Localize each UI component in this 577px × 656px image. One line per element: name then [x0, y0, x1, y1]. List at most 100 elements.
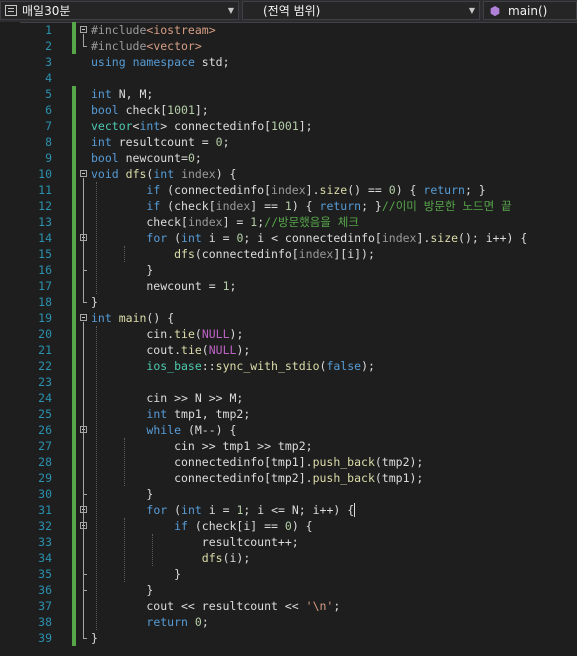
- line-number: 26: [38, 423, 52, 437]
- code-text[interactable]: for (int i = 1; i <= N; i++) {: [91, 502, 356, 518]
- code-token: check[: [91, 215, 188, 229]
- code-line[interactable]: 23: [0, 374, 577, 390]
- code-text[interactable]: resultcount++;: [91, 534, 299, 550]
- line-number: 36: [38, 583, 52, 597]
- code-text[interactable]: void dfs(int index) {: [91, 166, 236, 182]
- code-line[interactable]: 11 if (connectedinfo[index].size() == 0)…: [0, 182, 577, 198]
- code-line[interactable]: 8 int resultcount = 0;: [0, 134, 577, 150]
- code-text[interactable]: check[index] = 1;//방문했음을 체크: [91, 214, 359, 230]
- saved-change-indicator: [72, 262, 76, 278]
- code-line[interactable]: 37 cout << resultcount << '\n';: [0, 598, 577, 614]
- fold-region-end: [83, 270, 87, 271]
- code-token: size: [430, 231, 459, 245]
- project-dropdown[interactable]: 매일30분 ▼: [0, 1, 239, 20]
- collapse-icon[interactable]: [80, 26, 87, 33]
- code-text[interactable]: dfs(i);: [91, 550, 250, 566]
- code-line[interactable]: 10 void dfs(int index) {: [0, 166, 577, 182]
- code-text[interactable]: for (int i = 0; i < connectedinfo[index]…: [91, 230, 527, 246]
- code-line[interactable]: 32 if (check[i] == 0) {: [0, 518, 577, 534]
- scope-dropdown[interactable]: (전역 범위) ▼: [242, 1, 480, 20]
- code-text[interactable]: }: [91, 262, 153, 278]
- saved-change-indicator: [72, 22, 76, 38]
- code-token: bool: [91, 151, 119, 165]
- code-text[interactable]: }: [91, 630, 98, 646]
- code-text[interactable]: int resultcount = 0;: [91, 134, 230, 150]
- code-token: (: [167, 503, 182, 517]
- code-token: using: [91, 55, 126, 69]
- code-text[interactable]: return 0;: [91, 614, 208, 630]
- saved-change-indicator: [72, 150, 76, 166]
- code-text[interactable]: int main() {: [91, 310, 174, 326]
- code-text[interactable]: if (connectedinfo[index].size() == 0) { …: [91, 182, 486, 198]
- code-line[interactable]: 24 cin >> N >> M;: [0, 390, 577, 406]
- code-text[interactable]: int tmp1, tmp2;: [91, 406, 250, 422]
- member-dropdown[interactable]: ⬢ main(): [483, 1, 577, 20]
- code-line[interactable]: 33 resultcount++;: [0, 534, 577, 550]
- code-token: index: [187, 215, 223, 229]
- code-text[interactable]: connectedinfo[tmp2].push_back(tmp1);: [91, 470, 423, 486]
- code-line[interactable]: 31 for (int i = 1; i <= N; i++) {: [0, 502, 577, 518]
- code-line[interactable]: 28 connectedinfo[tmp1].push_back(tmp2);: [0, 454, 577, 470]
- code-token: false: [326, 359, 362, 373]
- code-line[interactable]: 1 #include<iostream>: [0, 22, 577, 38]
- code-text[interactable]: cout.tie(NULL);: [91, 342, 250, 358]
- code-line[interactable]: 34 dfs(i);: [0, 550, 577, 566]
- code-text[interactable]: dfs(connectedinfo[index][i]);: [91, 246, 375, 262]
- collapse-icon[interactable]: [80, 314, 87, 321]
- code-token: int: [91, 135, 112, 149]
- chevron-down-icon[interactable]: ▼: [465, 6, 479, 15]
- code-text[interactable]: if (check[index] == 1) { return; }//이미 방…: [91, 198, 511, 214]
- code-line[interactable]: 25 int tmp1, tmp2;: [0, 406, 577, 422]
- code-line[interactable]: 14 for (int i = 0; i < connectedinfo[ind…: [0, 230, 577, 246]
- code-token: (check[i] ==: [187, 519, 285, 533]
- code-text[interactable]: newcount = 1;: [91, 278, 236, 294]
- fold-region-line: [83, 434, 84, 494]
- code-text[interactable]: #include<vector>: [91, 38, 202, 54]
- code-line[interactable]: 21 cout.tie(NULL);: [0, 342, 577, 358]
- code-line[interactable]: 15 dfs(connectedinfo[index][i]);: [0, 246, 577, 262]
- code-text[interactable]: using namespace std;: [91, 54, 230, 70]
- code-text[interactable]: cin.tie(NULL);: [91, 326, 243, 342]
- collapse-icon[interactable]: [80, 170, 87, 177]
- code-line[interactable]: 17 newcount = 1;: [0, 278, 577, 294]
- code-text[interactable]: bool newcount=0;: [91, 150, 202, 166]
- code-text[interactable]: ios_base::sync_with_stdio(false);: [91, 358, 375, 374]
- code-text[interactable]: }: [91, 486, 153, 502]
- code-line[interactable]: 29 connectedinfo[tmp2].push_back(tmp1);: [0, 470, 577, 486]
- code-line[interactable]: 3 using namespace std;: [0, 54, 577, 70]
- code-text[interactable]: connectedinfo[tmp1].push_back(tmp2);: [91, 454, 423, 470]
- code-line[interactable]: 13 check[index] = 1;//방문했음을 체크: [0, 214, 577, 230]
- code-text[interactable]: }: [91, 566, 181, 582]
- code-line[interactable]: 26 while (M--) {: [0, 422, 577, 438]
- code-line[interactable]: 7 vector<int> connectedinfo[1001];: [0, 118, 577, 134]
- code-line[interactable]: 22 ios_base::sync_with_stdio(false);: [0, 358, 577, 374]
- code-text[interactable]: int N, M;: [91, 86, 153, 102]
- code-line[interactable]: 38 return 0;: [0, 614, 577, 630]
- code-line[interactable]: 4: [0, 70, 577, 86]
- code-line[interactable]: 20 cin.tie(NULL);: [0, 326, 577, 342]
- chevron-down-icon[interactable]: ▼: [224, 6, 238, 15]
- code-text[interactable]: while (M--) {: [91, 422, 236, 438]
- line-number: 39: [38, 631, 52, 645]
- code-line[interactable]: 12 if (check[index] == 1) { return; }//이…: [0, 198, 577, 214]
- code-token: push_back: [312, 471, 375, 485]
- code-line[interactable]: 19 int main() {: [0, 310, 577, 326]
- code-text[interactable]: cin >> N >> M;: [91, 390, 243, 406]
- line-number: 10: [38, 167, 52, 181]
- code-editor[interactable]: 1 #include<iostream> 2 #include<vector> 3 usi…: [0, 22, 577, 656]
- code-line[interactable]: 9 bool newcount=0;: [0, 150, 577, 166]
- code-line[interactable]: 6 bool check[1001];: [0, 102, 577, 118]
- code-token: ; }: [464, 183, 486, 197]
- navigation-bar: 매일30분 ▼ (전역 범위) ▼ ⬢ main(): [0, 0, 577, 23]
- indent-guide: [124, 246, 125, 262]
- code-text[interactable]: bool check[1001];: [91, 102, 209, 118]
- code-token: ;: [333, 599, 341, 613]
- code-line[interactable]: 27 cin >> tmp1 >> tmp2;: [0, 438, 577, 454]
- code-text[interactable]: #include<iostream>: [91, 22, 216, 38]
- code-text[interactable]: }: [91, 582, 153, 598]
- code-line[interactable]: 5 int N, M;: [0, 86, 577, 102]
- code-text[interactable]: vector<int> connectedinfo[1001];: [91, 118, 313, 134]
- code-text[interactable]: cout << resultcount << '\n';: [91, 598, 340, 614]
- code-text[interactable]: }: [91, 294, 98, 310]
